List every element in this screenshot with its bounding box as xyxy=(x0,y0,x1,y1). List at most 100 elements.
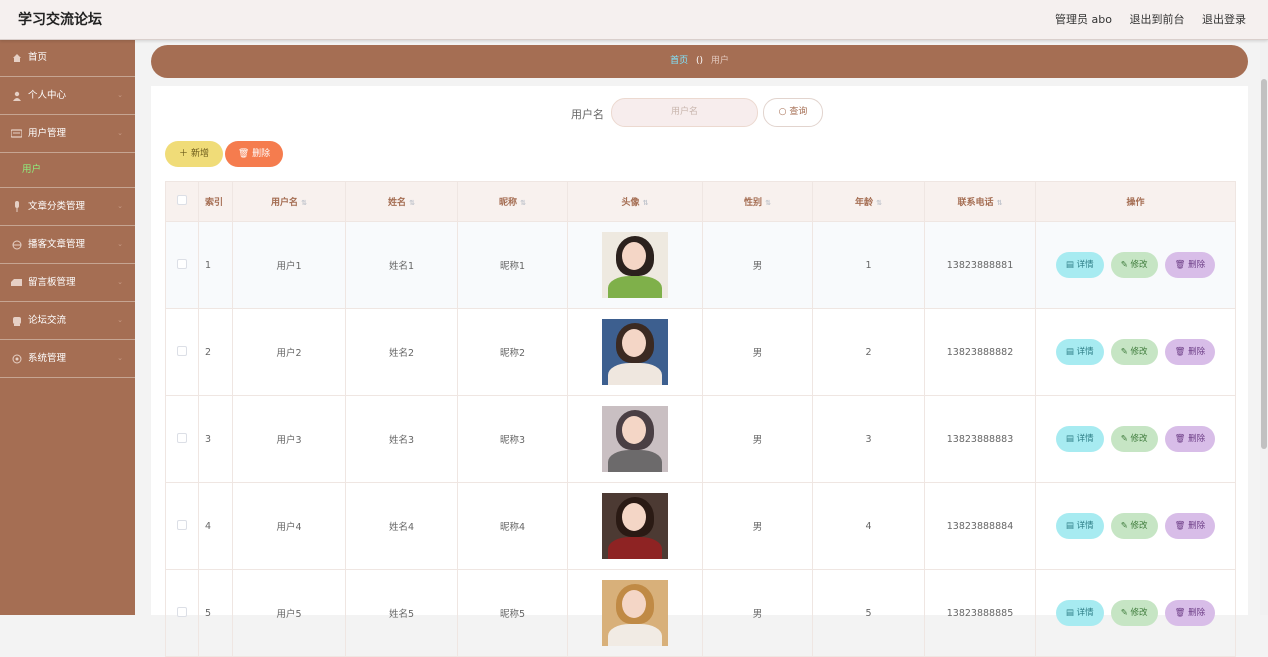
edit-button-label: 修改 xyxy=(1130,521,1148,531)
sort-icon[interactable]: ⇅ xyxy=(520,199,526,207)
cell-gender: 男 xyxy=(702,395,813,483)
cell-age: 2 xyxy=(812,308,925,396)
sort-icon[interactable]: ⇅ xyxy=(876,199,882,207)
row-checkbox[interactable] xyxy=(165,395,199,483)
avatar[interactable] xyxy=(602,406,668,472)
scrollbar-thumb[interactable] xyxy=(1261,79,1267,449)
users-table: 索引 用户名 ⇅ 姓名 ⇅ 昵称 ⇅ 头像 ⇅ 性别 ⇅ 年龄 ⇅ 联系电话 ⇅ 操作 1 用… xyxy=(165,181,1236,657)
cell-index: 3 xyxy=(198,395,233,483)
row-checkbox[interactable] xyxy=(165,221,199,309)
edit-button[interactable]: ✎ 修改 xyxy=(1110,252,1158,278)
search-label: 用户名 xyxy=(571,108,604,121)
sidebar-item-podcast-articles[interactable]: 播客文章管理 ⌄ xyxy=(0,226,135,264)
top-bar: 学习交流论坛 管理员 abo 退出到前台 退出登录 xyxy=(0,0,1268,40)
sort-icon[interactable]: ⇅ xyxy=(997,199,1003,207)
edit-button-label: 修改 xyxy=(1130,347,1148,357)
sidebar-item-article-category[interactable]: 文章分类管理 ⌄ xyxy=(0,188,135,226)
logout-link[interactable]: 退出登录 xyxy=(1202,13,1246,26)
page-scrollbar[interactable] xyxy=(1260,39,1268,615)
col-label: 性别 xyxy=(744,198,763,208)
table-row: 5 用户5 姓名5 昵称5 男 5 13823888885 ▤ 详情 ✎ 修改 … xyxy=(165,569,1236,657)
detail-button[interactable]: ▤ 详情 xyxy=(1055,426,1104,452)
breadcrumb: 首页 () 用户 xyxy=(151,45,1248,78)
col-index: 索引 xyxy=(198,181,233,222)
delete-button[interactable]: 🗑 删除 xyxy=(1164,339,1216,365)
cell-actions: ▤ 详情 ✎ 修改 🗑 删除 xyxy=(1035,569,1236,657)
avatar[interactable] xyxy=(602,493,668,559)
detail-button[interactable]: ▤ 详情 xyxy=(1055,252,1104,278)
cell-actions: ▤ 详情 ✎ 修改 🗑 删除 xyxy=(1035,221,1236,309)
edit-button[interactable]: ✎ 修改 xyxy=(1110,600,1158,626)
detail-button[interactable]: ▤ 详情 xyxy=(1055,600,1104,626)
col-gender[interactable]: 性别 ⇅ xyxy=(702,181,813,222)
user-icon xyxy=(11,77,22,114)
detail-button-label: 详情 xyxy=(1076,260,1094,270)
plus-icon: ＋ xyxy=(179,149,189,159)
col-label: 用户名 xyxy=(271,198,299,208)
front-link[interactable]: 退出到前台 xyxy=(1130,13,1185,26)
row-checkbox[interactable] xyxy=(165,569,199,657)
delete-button-label: 删除 xyxy=(1188,347,1206,357)
delete-button[interactable]: 🗑 删除 xyxy=(1164,513,1216,539)
sort-icon[interactable]: ⇅ xyxy=(301,199,307,207)
sidebar-item-home[interactable]: 首页 xyxy=(0,39,135,77)
document-icon: ▤ xyxy=(1065,521,1077,531)
chevron-down-icon: ⌄ xyxy=(117,91,123,99)
cell-age: 3 xyxy=(812,395,925,483)
sidebar-item-message-board[interactable]: 留言板管理 ⌄ xyxy=(0,264,135,302)
col-name[interactable]: 姓名 ⇅ xyxy=(345,181,458,222)
pencil-icon: ✎ xyxy=(1120,434,1131,444)
chevron-down-icon: ⌄ xyxy=(117,316,123,324)
delete-button[interactable]: 🗑 删除 xyxy=(1164,600,1216,626)
search-button-label: 查询 xyxy=(789,107,808,117)
col-nickname[interactable]: 昵称 ⇅ xyxy=(457,181,568,222)
chevron-down-icon: ⌄ xyxy=(117,129,123,137)
col-avatar[interactable]: 头像 ⇅ xyxy=(567,181,703,222)
trash-icon: 🗑 xyxy=(1174,347,1189,357)
edit-button[interactable]: ✎ 修改 xyxy=(1110,426,1158,452)
sidebar-item-label: 文章分类管理 xyxy=(28,201,86,212)
delete-button[interactable]: 🗑 删除 xyxy=(1164,252,1216,278)
sidebar-item-system[interactable]: 系统管理 ⌄ xyxy=(0,340,135,378)
detail-button[interactable]: ▤ 详情 xyxy=(1055,339,1104,365)
sidebar-item-profile[interactable]: 个人中心 ⌄ xyxy=(0,77,135,115)
cell-age: 1 xyxy=(812,221,925,309)
sidebar-item-user-management[interactable]: 用户管理 ⌄ xyxy=(0,115,135,153)
detail-button[interactable]: ▤ 详情 xyxy=(1055,513,1104,539)
app-title: 学习交流论坛 xyxy=(18,12,102,28)
select-all-checkbox[interactable] xyxy=(165,181,199,222)
sort-icon[interactable]: ⇅ xyxy=(765,199,771,207)
col-label: 联系电话 xyxy=(957,198,994,208)
row-checkbox[interactable] xyxy=(165,482,199,570)
document-icon: ▤ xyxy=(1065,260,1077,270)
detail-button-label: 详情 xyxy=(1076,347,1094,357)
row-checkbox[interactable] xyxy=(165,308,199,396)
cell-name: 姓名1 xyxy=(345,221,458,309)
search-button[interactable]: ○ 查询 xyxy=(763,98,823,127)
avatar[interactable] xyxy=(602,580,668,646)
batch-delete-button[interactable]: 🗑 删除 xyxy=(225,141,283,167)
cell-nickname: 昵称5 xyxy=(457,569,568,657)
sidebar-item-forum[interactable]: 论坛交流 ⌄ xyxy=(0,302,135,340)
sort-icon[interactable]: ⇅ xyxy=(643,199,649,207)
avatar[interactable] xyxy=(602,232,668,298)
cell-phone: 13823888881 xyxy=(924,221,1036,309)
sidebar-subitem-users[interactable]: 用户 xyxy=(0,153,135,188)
avatar[interactable] xyxy=(602,319,668,385)
delete-button-label: 删除 xyxy=(1188,260,1206,270)
cell-avatar xyxy=(567,221,703,309)
forum-icon xyxy=(11,302,22,339)
admin-label: 管理员 abo xyxy=(1055,13,1112,26)
col-phone[interactable]: 联系电话 ⇅ xyxy=(924,181,1036,222)
col-age[interactable]: 年龄 ⇅ xyxy=(812,181,925,222)
add-button[interactable]: ＋ 新增 xyxy=(165,141,223,167)
sort-icon[interactable]: ⇅ xyxy=(409,199,415,207)
breadcrumb-home[interactable]: 首页 xyxy=(670,56,688,66)
col-username[interactable]: 用户名 ⇅ xyxy=(232,181,346,222)
globe-icon xyxy=(11,226,22,263)
edit-button[interactable]: ✎ 修改 xyxy=(1110,339,1158,365)
edit-button[interactable]: ✎ 修改 xyxy=(1110,513,1158,539)
delete-button[interactable]: 🗑 删除 xyxy=(1164,426,1216,452)
search-input[interactable]: 用户名 xyxy=(611,98,758,127)
document-icon: ▤ xyxy=(1065,434,1077,444)
